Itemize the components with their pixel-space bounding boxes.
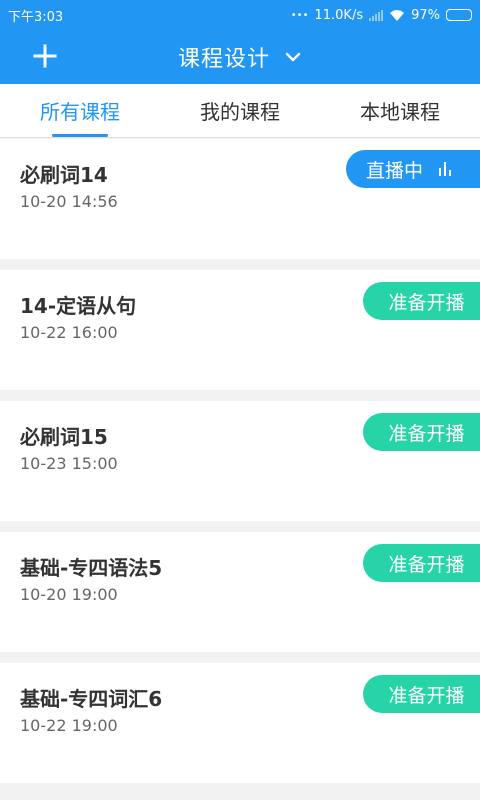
network-speed: 11.0K/s	[314, 7, 364, 23]
course-name: 基础-专四语法5	[20, 556, 163, 580]
course-card[interactable]: 必刷词14 10-20 14:56 直播中	[0, 139, 480, 259]
app-bar: 课程设计	[0, 30, 480, 84]
course-date: 10-23 15:00	[20, 454, 118, 473]
status-label: 准备开播	[388, 291, 465, 314]
status-label: 直播中	[366, 159, 424, 182]
status-label: 准备开播	[388, 553, 465, 576]
chevron-down-icon[interactable]	[284, 48, 302, 66]
wifi-icon	[390, 9, 405, 21]
course-card[interactable]: 必刷词15 10-23 15:00 准备开播	[0, 401, 480, 521]
ready-status-badge[interactable]: 准备开播	[363, 675, 480, 713]
course-card[interactable]: 14-定语从句 10-22 16:00 准备开播	[0, 270, 480, 390]
live-bars-icon	[439, 162, 452, 176]
course-date: 10-22 16:00	[20, 323, 118, 342]
ready-status-badge[interactable]: 准备开播	[363, 413, 480, 451]
ready-status-badge[interactable]: 准备开播	[363, 544, 480, 582]
signal-icon	[369, 9, 384, 21]
tab-bar: 所有课程 我的课程 本地课程	[0, 84, 480, 138]
tab-local-courses[interactable]: 本地课程	[320, 84, 480, 137]
status-label: 准备开播	[388, 422, 465, 445]
status-time: 下午3:03	[8, 9, 64, 25]
course-date: 10-22 19:00	[20, 716, 118, 735]
course-card[interactable]: 基础-专四词汇6 10-22 19:00 准备开播	[0, 663, 480, 783]
live-status-badge[interactable]: 直播中	[346, 150, 480, 188]
course-name: 基础-专四词汇6	[20, 687, 163, 711]
more-dots: •••	[290, 9, 309, 21]
tab-my-courses[interactable]: 我的课程	[160, 84, 320, 137]
course-date: 10-20 19:00	[20, 585, 118, 604]
page-title[interactable]: 课程设计	[178, 41, 270, 73]
battery-icon	[446, 9, 472, 21]
course-card[interactable]: 基础-专四语法5 10-20 19:00 准备开播	[0, 532, 480, 652]
course-name: 必刷词15	[20, 425, 108, 449]
tab-all-courses[interactable]: 所有课程	[0, 84, 160, 137]
status-bar: 下午3:03 ••• 11.0K/s 97%	[0, 0, 480, 30]
course-name: 14-定语从句	[20, 294, 137, 318]
course-date: 10-20 14:56	[20, 192, 118, 211]
ready-status-badge[interactable]: 准备开播	[363, 282, 480, 320]
status-label: 准备开播	[388, 684, 465, 707]
battery-percent: 97%	[411, 7, 440, 23]
course-name: 必刷词14	[20, 163, 108, 187]
